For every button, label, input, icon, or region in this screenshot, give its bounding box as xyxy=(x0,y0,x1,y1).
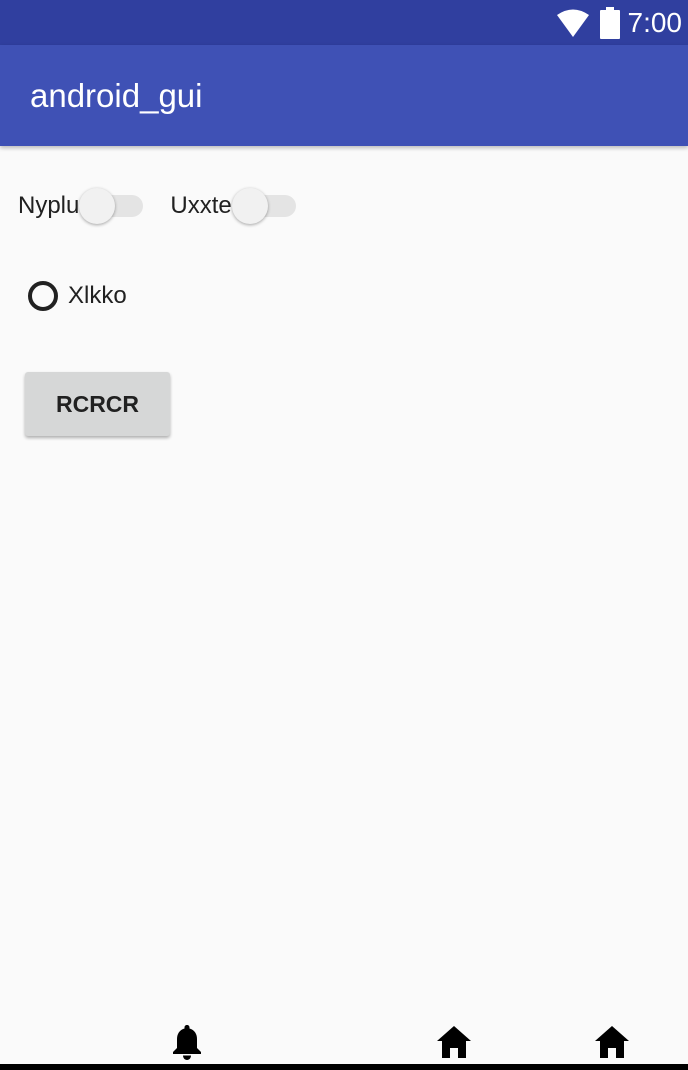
bell-icon[interactable] xyxy=(171,1024,203,1060)
nyplu-switch[interactable] xyxy=(79,186,145,226)
switch-thumb xyxy=(79,188,116,224)
app-bar: android_gui xyxy=(0,45,688,146)
home-icon[interactable] xyxy=(436,1024,472,1060)
radio-circle-icon xyxy=(28,281,58,311)
uxxte-switch[interactable] xyxy=(231,186,298,226)
status-bar: 7:00 xyxy=(0,0,688,45)
switch-group-nyplu: Nyplu xyxy=(18,186,145,226)
wifi-icon xyxy=(556,9,589,37)
app-title: android_gui xyxy=(30,77,203,114)
battery-icon xyxy=(599,6,620,39)
switch-thumb xyxy=(231,188,268,224)
status-icons: 7:00 xyxy=(556,0,683,45)
clock: 7:00 xyxy=(627,7,683,38)
switch-group-uxxte: Uxxte xyxy=(170,186,297,226)
switch-label: Uxxte xyxy=(170,192,232,219)
radio-label: Xlkko xyxy=(68,282,127,309)
home-icon[interactable] xyxy=(594,1024,630,1060)
rcrcr-button[interactable]: RCRCR xyxy=(25,372,170,436)
switch-row: Nyplu Uxxte xyxy=(18,186,298,226)
xlkko-radio[interactable]: Xlkko xyxy=(28,276,127,316)
bottom-bar xyxy=(0,1064,688,1070)
switch-label: Nyplu xyxy=(18,192,80,219)
